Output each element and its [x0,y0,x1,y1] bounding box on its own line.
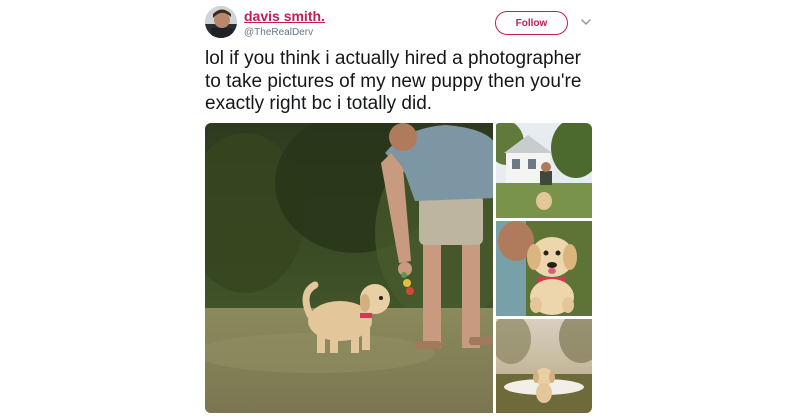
photo-house-yard[interactable] [496,123,592,218]
avatar[interactable] [205,6,237,38]
media-grid [205,123,592,413]
photo-puppy-on-blanket[interactable] [496,319,592,413]
tweet: davis smith. @TheRealDerv Follow lol if … [0,0,800,420]
tweet-text: lol if you think i actually hired a phot… [205,48,582,114]
photo-man-with-puppy[interactable] [205,123,493,413]
photo-puppy-closeup[interactable] [496,221,592,316]
chevron-down-icon[interactable] [580,17,592,27]
display-name[interactable]: davis smith. [244,8,325,24]
follow-button[interactable]: Follow [495,11,568,35]
user-handle: @TheRealDerv [244,27,314,38]
